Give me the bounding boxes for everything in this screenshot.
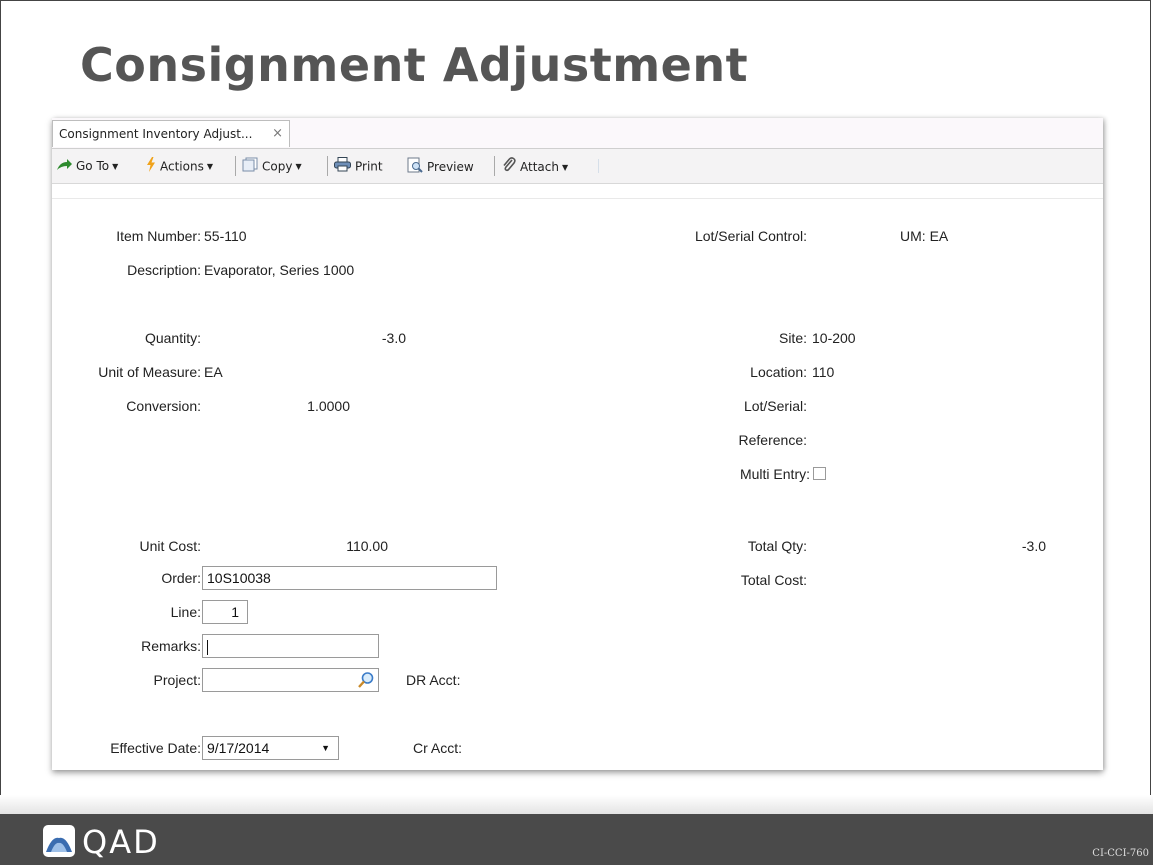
goto-label: Go To: [76, 159, 110, 173]
toolbar-divider: [494, 156, 495, 176]
attach-label: Attach: [520, 160, 559, 174]
total-qty-value: -3.0: [1021, 538, 1046, 554]
paperclip-icon: [502, 157, 516, 178]
um-label-text: UM:: [900, 228, 926, 244]
um-value: EA: [929, 228, 949, 244]
item-number-value: 55-110: [204, 228, 247, 244]
close-icon[interactable]: ×: [272, 121, 283, 147]
toolbar-divider: [327, 156, 328, 176]
reference-label: Reference:: [738, 432, 807, 448]
toolbar: Go To ▼ Actions ▼ Copy ▼ Print Preview A…: [52, 149, 1103, 184]
text-cursor: [207, 639, 208, 655]
total-qty-label: Total Qty:: [747, 538, 807, 554]
location-label: Location:: [750, 364, 807, 380]
line-input[interactable]: 1: [202, 600, 248, 624]
chevron-down-icon: ▼: [112, 161, 119, 171]
form-content: Item Number: 55-110 Description: Evapora…: [52, 184, 1103, 770]
print-button[interactable]: Print: [334, 157, 383, 175]
location-value: 110: [812, 364, 835, 380]
unit-of-measure-label: Unit of Measure:: [98, 364, 201, 380]
effective-date-value: 9/17/2014: [207, 740, 270, 756]
copy-icon: [242, 157, 258, 177]
project-label: Project:: [153, 672, 201, 688]
toolbar-divider: [598, 159, 599, 173]
quantity-label: Quantity:: [144, 330, 201, 346]
divider: [52, 198, 1103, 199]
site-label: Site:: [778, 330, 807, 346]
copy-button[interactable]: Copy ▼: [242, 157, 302, 175]
goto-button[interactable]: Go To ▼: [56, 157, 118, 175]
order-input[interactable]: 10S10038: [202, 566, 497, 590]
toolbar-divider: [235, 156, 236, 176]
app-window: Consignment Inventory Adjust... × Go To ▼…: [52, 118, 1103, 770]
qad-logo-icon: [42, 824, 76, 863]
quantity-value: -3.0: [381, 330, 406, 346]
project-input[interactable]: [202, 668, 379, 692]
effective-date-label: Effective Date:: [110, 740, 201, 756]
qad-logo-text: QAD: [82, 823, 160, 861]
footer-gradient: [0, 795, 1153, 814]
tab-strip: Consignment Inventory Adjust... ×: [52, 118, 1103, 149]
slide-title: Consignment Adjustment: [80, 38, 749, 92]
preview-button[interactable]: Preview: [407, 157, 474, 175]
tab-label: Consignment Inventory Adjust...: [59, 127, 253, 141]
unit-of-measure-value: EA: [204, 364, 223, 380]
remarks-label: Remarks:: [141, 638, 201, 654]
um-label: UM: EA: [900, 228, 948, 244]
multi-entry-checkbox[interactable]: [813, 467, 826, 480]
footer: QAD CI-CCI-760: [0, 814, 1153, 865]
conversion-label: Conversion:: [126, 398, 201, 414]
actions-button[interactable]: Actions ▼: [146, 157, 213, 175]
remarks-input[interactable]: [202, 634, 379, 658]
effective-date-dropdown[interactable]: 9/17/2014 ▼: [202, 736, 339, 760]
attach-button[interactable]: Attach ▼: [502, 157, 568, 175]
item-number-label: Item Number:: [116, 228, 201, 244]
lightning-icon: [146, 157, 156, 177]
goto-arrow-icon: [56, 158, 72, 176]
chevron-down-icon: ▼: [295, 162, 302, 171]
unit-cost-label: Unit Cost:: [139, 538, 201, 554]
search-icon[interactable]: [357, 671, 375, 695]
copy-label: Copy: [262, 159, 293, 174]
description-value: Evaporator, Series 1000: [204, 262, 355, 278]
site-value: 10-200: [812, 330, 856, 346]
chevron-down-icon: ▼: [561, 162, 569, 172]
line-label: Line:: [170, 604, 201, 620]
multi-entry-label: Multi Entry:: [739, 466, 810, 482]
print-label: Print: [355, 159, 383, 174]
lot-serial-label: Lot/Serial:: [743, 398, 807, 414]
preview-icon: [407, 157, 423, 178]
preview-label: Preview: [427, 160, 474, 174]
total-cost-label: Total Cost:: [740, 572, 807, 588]
lot-serial-control-label: Lot/Serial Control:: [694, 228, 807, 244]
chevron-down-icon[interactable]: ▼: [321, 737, 330, 759]
conversion-value: 1.0000: [307, 398, 350, 414]
description-label: Description:: [127, 262, 201, 278]
unit-cost-value: 110.00: [346, 538, 388, 554]
tab-consignment-inventory-adjust[interactable]: Consignment Inventory Adjust... ×: [52, 120, 290, 147]
order-label: Order:: [161, 570, 201, 586]
actions-label: Actions: [160, 159, 204, 174]
cr-acct-label: Cr Acct:: [413, 740, 463, 756]
course-code: CI-CCI-760: [1092, 848, 1149, 859]
printer-icon: [334, 157, 351, 177]
chevron-down-icon: ▼: [206, 162, 213, 171]
dr-acct-label: DR Acct:: [406, 672, 461, 688]
